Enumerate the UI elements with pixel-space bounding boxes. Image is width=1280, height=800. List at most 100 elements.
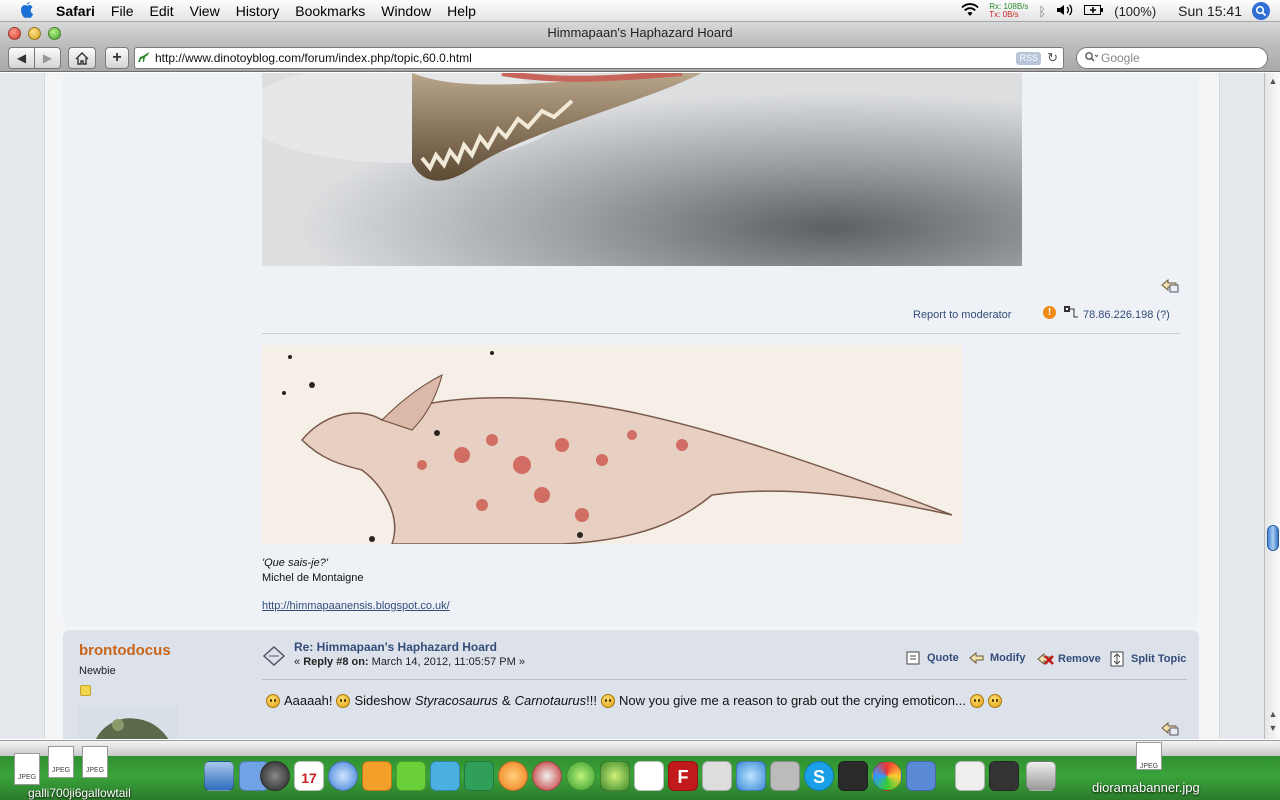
battery-percent[interactable]: (100%): [1114, 4, 1156, 19]
search-input[interactable]: Google: [1076, 47, 1268, 69]
keynote-dock-icon[interactable]: [430, 761, 460, 791]
shocked-emoticon-icon: [266, 693, 280, 708]
feather-dock-icon[interactable]: [464, 761, 494, 791]
topic-xx-icon: [262, 645, 286, 669]
menu-view[interactable]: View: [182, 0, 228, 22]
poster-ip-address[interactable]: 78.86.226.198 (?): [1083, 309, 1170, 321]
network-monitor[interactable]: Rx: 108B/s Tx: 0B/s: [989, 3, 1028, 19]
crying-emoticon-icon: [969, 693, 984, 708]
quote-reply-icon[interactable]: [1160, 277, 1180, 296]
signature-divider: [262, 333, 1180, 334]
menu-file[interactable]: File: [103, 0, 142, 22]
finder-dock-icon[interactable]: [204, 761, 234, 791]
app-dock-icon[interactable]: [532, 761, 562, 791]
pages-dock-icon[interactable]: [362, 761, 392, 791]
scroll-up-arrow-icon[interactable]: ▲: [1268, 76, 1278, 86]
url-text: http://www.dinotoyblog.com/forum/index.p…: [155, 51, 472, 65]
safari-dock-icon[interactable]: [328, 761, 358, 791]
address-bar[interactable]: http://www.dinotoyblog.com/forum/index.p…: [134, 47, 1064, 69]
quote-reply-icon[interactable]: [1160, 720, 1180, 739]
split-topic-icon: [1110, 651, 1124, 667]
skype-dock-icon[interactable]: S: [804, 761, 834, 791]
poster-rank: Newbie: [79, 665, 116, 677]
dashboard-dock-icon[interactable]: [260, 761, 290, 791]
menu-bookmarks[interactable]: Bookmarks: [287, 0, 373, 22]
zoom-window-button[interactable]: [48, 27, 61, 40]
window-title: Himmapaan's Haphazard Hoard: [547, 25, 733, 40]
scroll-thumb[interactable]: [1267, 525, 1279, 551]
volume-icon[interactable]: [1056, 3, 1074, 20]
rss-button[interactable]: RSS: [1016, 52, 1041, 65]
numbers-dock-icon[interactable]: [396, 761, 426, 791]
search-icon: [1084, 51, 1099, 66]
apple-menu-icon[interactable]: [16, 0, 38, 22]
page-content: Report to moderator ! 78.86.226.198 (?) …: [0, 73, 1264, 739]
quote-label: Quote: [927, 652, 959, 664]
body-exclaim: !!!: [586, 693, 597, 708]
app-dock-icon[interactable]: [838, 761, 868, 791]
modify-icon: [969, 651, 984, 665]
body-text-4: Now you give me a reason to grab out the…: [618, 693, 966, 708]
flower-dock-icon[interactable]: [498, 761, 528, 791]
forward-button[interactable]: ▶: [34, 47, 61, 69]
rank-star-icon: [80, 685, 91, 696]
scroll-down-arrow-icon[interactable]: ▼: [1268, 723, 1278, 733]
acrobat-dock-icon[interactable]: [634, 761, 664, 791]
scroll-up-arrow-icon[interactable]: ▲: [1268, 709, 1278, 719]
report-to-moderator-link[interactable]: Report to moderator: [913, 309, 1011, 321]
menu-help[interactable]: Help: [439, 0, 484, 22]
folder-dock-icon[interactable]: [989, 761, 1019, 791]
app-store-dock-icon[interactable]: [906, 761, 936, 791]
bluetooth-icon[interactable]: ᛒ: [1038, 4, 1046, 19]
poster-name[interactable]: brontodocus: [79, 642, 171, 659]
post-image-crocodilian: [262, 73, 1022, 266]
remove-button[interactable]: Remove: [1037, 651, 1101, 667]
menu-history[interactable]: History: [228, 0, 288, 22]
itunes-dock-icon[interactable]: [736, 761, 766, 791]
desktop-file-icon[interactable]: JPEG: [14, 753, 40, 785]
desktop-file-label[interactable]: dioramabanner.jpg: [1092, 780, 1200, 795]
app-dock-icon[interactable]: [566, 761, 596, 791]
battery-icon[interactable]: [1084, 3, 1104, 19]
browser-toolbar: ◀ ▶ + http://www.dinotoyblog.com/forum/i…: [0, 44, 1280, 72]
vertical-scrollbar[interactable]: ▲ ▲ ▼: [1264, 73, 1280, 739]
file-type-label: JPEG: [1139, 763, 1159, 770]
desktop-file-icon[interactable]: JPEG: [1136, 742, 1162, 770]
close-window-button[interactable]: [8, 27, 21, 40]
file-type-label: JPEG: [17, 774, 37, 781]
remove-icon: [1037, 652, 1054, 666]
reload-icon[interactable]: ↻: [1047, 50, 1058, 66]
app-dock-icon[interactable]: [702, 761, 732, 791]
menu-edit[interactable]: Edit: [141, 0, 181, 22]
home-icon: [75, 51, 89, 65]
documents-dock-icon[interactable]: [955, 761, 985, 791]
adium-dock-icon[interactable]: [600, 761, 630, 791]
split-topic-button[interactable]: Split Topic: [1110, 651, 1186, 667]
desktop-file-icon[interactable]: JPEG: [48, 746, 74, 778]
desktop-file-icon[interactable]: JPEG: [82, 746, 108, 778]
meta-prefix: «: [294, 656, 304, 668]
minimize-window-button[interactable]: [28, 27, 41, 40]
menu-bar: Safari File Edit View History Bookmarks …: [0, 0, 1280, 22]
home-button[interactable]: [68, 47, 96, 69]
avatar[interactable]: [78, 707, 178, 739]
app-dock-icon[interactable]: [770, 761, 800, 791]
back-button[interactable]: ◀: [8, 47, 35, 69]
add-bookmark-button[interactable]: +: [105, 47, 129, 69]
signature-blog-link[interactable]: http://himmapaanensis.blogspot.co.uk/: [262, 600, 450, 612]
quote-button[interactable]: Quote: [906, 651, 959, 665]
desktop-file-label[interactable]: galli700ji6gallowtail: [28, 786, 131, 800]
picasa-dock-icon[interactable]: [872, 761, 902, 791]
modify-button[interactable]: Modify: [969, 651, 1025, 665]
menu-app-safari[interactable]: Safari: [48, 0, 103, 22]
spotlight-icon[interactable]: [1252, 2, 1270, 20]
menu-window[interactable]: Window: [373, 0, 439, 22]
post-title-link[interactable]: Re: Himmapaan's Haphazard Hoard: [294, 640, 497, 654]
filezilla-dock-icon[interactable]: F: [668, 761, 698, 791]
signature-quote: 'Que sais-je?': [262, 557, 328, 569]
ical-dock-icon[interactable]: 17: [294, 761, 324, 791]
trash-dock-icon[interactable]: [1026, 761, 1056, 791]
wifi-icon[interactable]: [961, 2, 979, 20]
menu-clock[interactable]: Sun 15:41: [1178, 3, 1242, 19]
body-text-1: Aaaaah!: [284, 693, 333, 708]
